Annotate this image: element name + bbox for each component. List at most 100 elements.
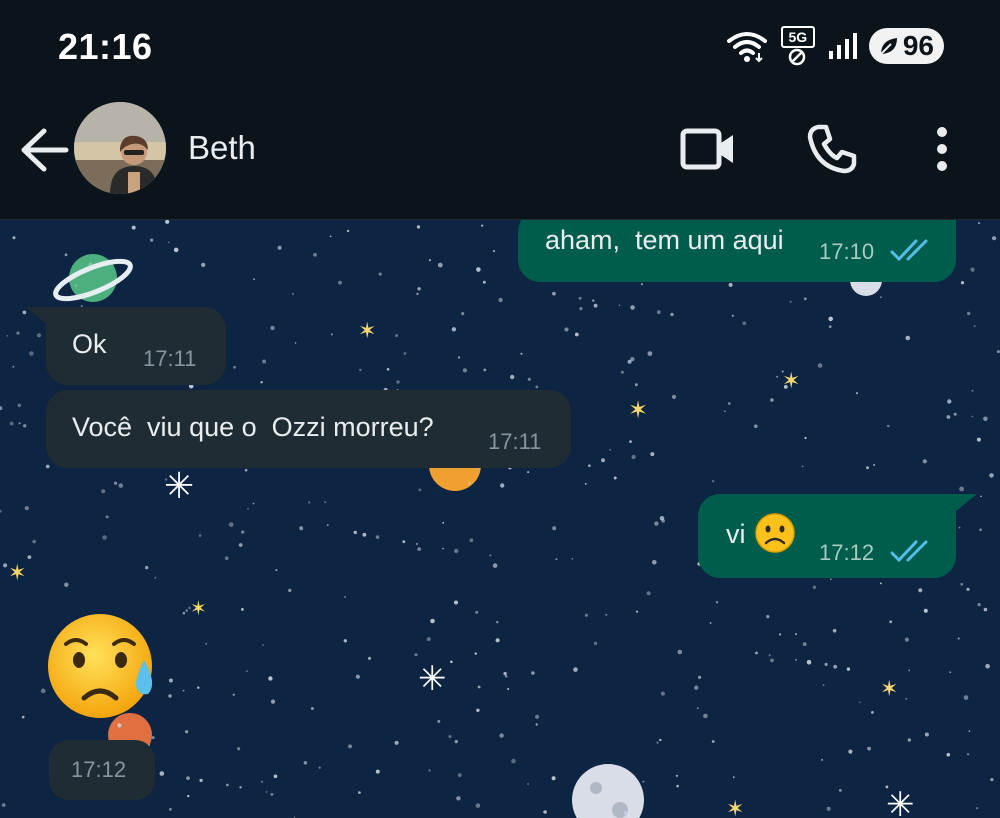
message-incoming[interactable]: Ok 17:11 — [46, 307, 226, 385]
star-dot — [806, 659, 812, 665]
star-dot — [182, 612, 186, 615]
message-outgoing[interactable]: aham, tem um aqui 17:10 — [518, 220, 956, 282]
star-dot — [239, 786, 242, 789]
star-dot — [394, 740, 399, 745]
voice-call-button[interactable] — [804, 123, 860, 175]
star-dot — [489, 554, 492, 557]
star-dot — [355, 674, 360, 679]
star-dot — [64, 253, 68, 257]
star-dot — [833, 664, 838, 669]
star-dot — [428, 769, 431, 772]
chat-area[interactable]: ✶ ✶ ✶ ✶ ✶ ✶ ✶ ✳ ✳ ✳ aham, tem um aqui 17… — [0, 220, 1000, 818]
message-outgoing[interactable]: vi 17:12 — [698, 494, 956, 578]
chat-header: Beth — [0, 95, 1000, 220]
star-dot — [232, 693, 235, 696]
star-dot — [968, 730, 971, 732]
star-dot — [531, 671, 535, 675]
star-dot — [483, 368, 487, 372]
star-dot — [233, 365, 237, 369]
star-dot — [879, 296, 882, 299]
star-dot — [770, 658, 774, 663]
star-dot — [535, 385, 539, 389]
read-receipt-icon — [890, 239, 928, 262]
star-dot — [821, 758, 824, 761]
star-dot — [154, 576, 157, 579]
video-call-button[interactable] — [676, 123, 740, 175]
star-dot — [0, 406, 3, 411]
contact-avatar[interactable] — [74, 102, 166, 194]
star-dot — [830, 578, 832, 581]
star-dot — [598, 781, 601, 784]
star-dot — [414, 653, 418, 657]
star-dot — [29, 351, 34, 356]
star-dot — [978, 222, 980, 225]
svg-text:✳: ✳ — [164, 465, 194, 506]
star-dot — [241, 608, 244, 611]
star-dot — [629, 440, 632, 443]
star-dot — [630, 357, 635, 362]
star-dot — [273, 774, 278, 779]
star-dot — [3, 563, 8, 568]
star-dot — [824, 662, 828, 666]
star-dot — [564, 327, 569, 332]
svg-text:✳: ✳ — [418, 660, 447, 698]
star-dot — [609, 448, 612, 451]
star-dot — [270, 325, 275, 331]
battery-level: 96 — [902, 30, 934, 61]
star-dot — [499, 733, 504, 738]
ringed-planet-doodle — [53, 254, 133, 302]
star-dot — [966, 753, 970, 756]
star-dot — [292, 292, 294, 295]
star-dot — [592, 299, 595, 302]
star-dot — [24, 506, 29, 511]
star-dot — [959, 486, 964, 492]
star-dot — [326, 524, 329, 527]
back-arrow-icon[interactable] — [18, 125, 70, 175]
star-dot — [789, 300, 792, 303]
star-dot — [469, 538, 474, 543]
star-dot — [303, 761, 308, 765]
star-dot — [396, 380, 400, 384]
star-dot — [16, 331, 20, 335]
star-dot — [102, 535, 107, 540]
star-dot — [977, 603, 981, 607]
star-dot — [963, 695, 969, 700]
star-dot — [584, 482, 587, 485]
star-dot — [244, 468, 248, 472]
star-dot — [17, 403, 22, 408]
star-dot — [265, 791, 268, 793]
star-dot — [442, 547, 444, 550]
star-dot — [205, 642, 208, 645]
star-dot — [976, 437, 981, 442]
star-dot — [88, 262, 93, 267]
star-dot — [442, 521, 445, 524]
star-dot — [992, 236, 997, 241]
more-options-button[interactable] — [928, 123, 956, 175]
star-dot — [270, 699, 276, 704]
message-text: vi — [726, 519, 746, 549]
star-dot — [241, 530, 245, 534]
star-dot — [640, 283, 643, 286]
star-dot — [918, 588, 923, 593]
star-dot — [496, 621, 499, 624]
message-incoming-emoji[interactable]: 17:12 — [44, 610, 164, 810]
star-dot — [535, 723, 538, 726]
star-dot — [677, 649, 683, 655]
star-dot — [454, 739, 458, 744]
star-dot — [826, 806, 831, 811]
star-dot — [970, 267, 975, 272]
star-dot — [552, 291, 556, 296]
sad-but-relieved-face-emoji — [48, 614, 153, 718]
star-dot — [477, 685, 481, 689]
contact-name[interactable]: Beth — [188, 129, 256, 167]
star-dot — [426, 637, 431, 642]
star-dot — [975, 807, 979, 810]
star-dot — [520, 352, 523, 355]
star-dot — [461, 312, 465, 316]
star-dot — [187, 794, 190, 798]
star-dot — [776, 375, 779, 378]
star-dot — [475, 610, 479, 614]
message-incoming[interactable]: Você viu que o Ozzi morreu? 17:11 — [46, 390, 571, 468]
star-dot — [946, 415, 951, 419]
star-dot — [348, 744, 352, 749]
